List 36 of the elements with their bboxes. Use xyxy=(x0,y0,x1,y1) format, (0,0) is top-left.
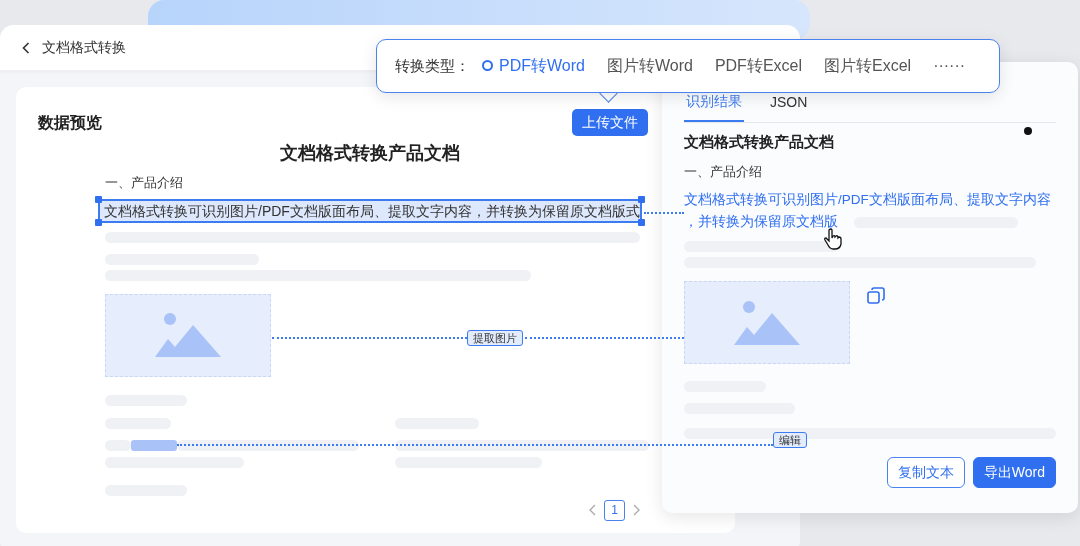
resize-handle[interactable] xyxy=(638,218,645,226)
conversion-option[interactable]: 图片转Word xyxy=(606,54,693,78)
connector-label: 编辑 xyxy=(773,432,807,448)
previous-page-icon[interactable] xyxy=(589,504,596,516)
resize-handle[interactable] xyxy=(638,195,645,203)
page-number[interactable]: 1 xyxy=(604,499,625,521)
conversion-option[interactable]: 图片转Excel xyxy=(824,54,912,78)
action-button[interactable]: 导出Word xyxy=(972,457,1056,488)
conversion-option[interactable]: PDF转Word xyxy=(482,54,585,78)
back-icon[interactable] xyxy=(22,41,30,54)
connector-line xyxy=(644,212,684,214)
recognized-text: 文档格式转换可识别图片/PDF文档版面布局、提取文字内容 xyxy=(684,191,1052,209)
hand-cursor-icon xyxy=(823,228,843,250)
upload-button[interactable]: 上传文件 xyxy=(572,109,648,136)
section-title: 数据预览 xyxy=(38,112,102,133)
document-title: 文档格式转换产品文档 xyxy=(684,132,835,152)
next-page-icon[interactable] xyxy=(633,504,640,516)
section-heading: 一、产品介绍 xyxy=(105,174,184,192)
section-heading: 一、产品介绍 xyxy=(684,162,763,181)
page-title: 文档格式转换 xyxy=(42,38,126,57)
popover-label: 转换类型： xyxy=(395,55,470,76)
status-dot xyxy=(1024,127,1032,135)
image-icon xyxy=(155,313,221,357)
connector-label: 提取图片 xyxy=(467,330,523,346)
copy-icon[interactable] xyxy=(866,286,886,306)
more-options[interactable]: ······ xyxy=(933,54,966,78)
resize-handle[interactable] xyxy=(95,195,102,203)
document-title: 文档格式转换产品文档 xyxy=(279,142,461,165)
conversion-option[interactable]: PDF转Excel xyxy=(714,54,802,78)
result-tab[interactable]: JSON xyxy=(768,91,810,122)
resize-handle[interactable] xyxy=(95,218,102,226)
image-icon xyxy=(734,300,800,345)
action-button[interactable]: 复制文本 xyxy=(886,457,965,488)
highlighted-block xyxy=(131,439,177,451)
recognized-text: ，并转换为保留原文档版 xyxy=(684,213,838,231)
skeleton-line xyxy=(105,439,131,451)
